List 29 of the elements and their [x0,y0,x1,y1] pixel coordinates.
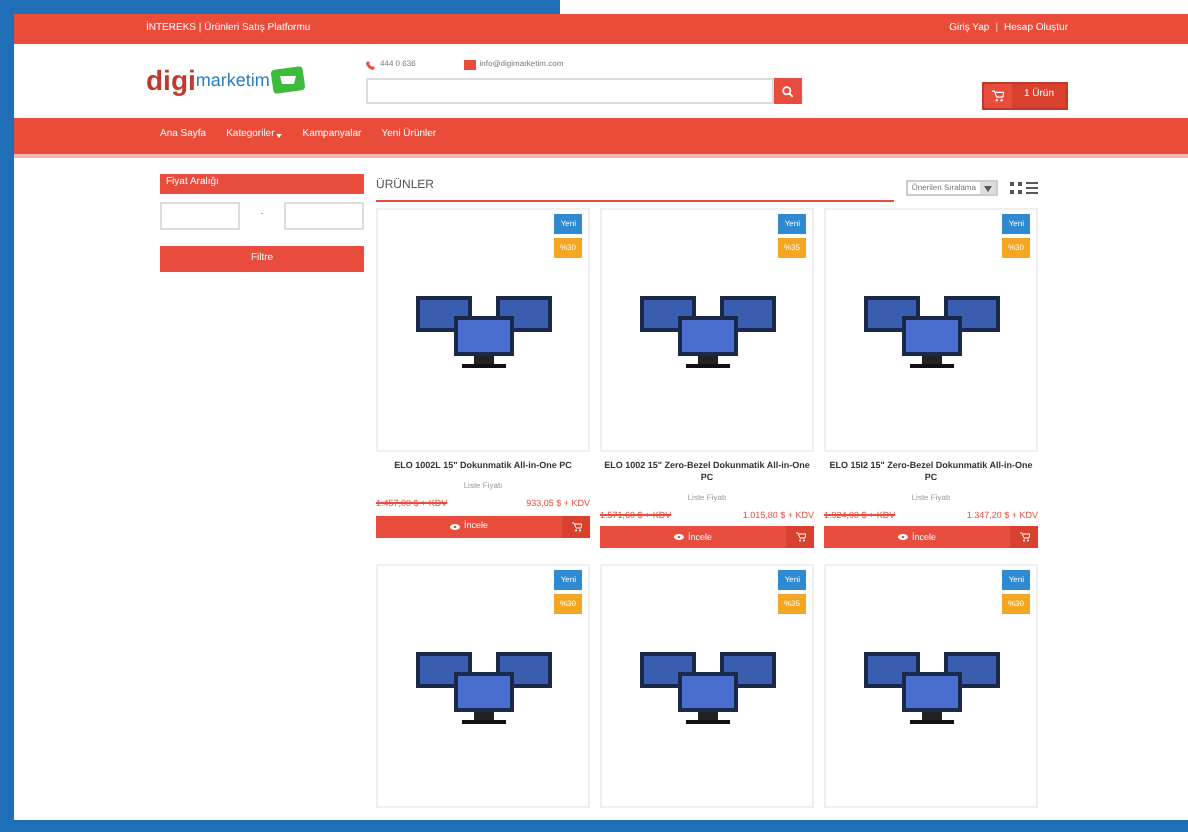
search-icon [782,85,794,97]
monitors-drawing [861,648,1001,725]
search-field[interactable] [366,78,774,104]
caret-icon [984,185,992,191]
cart-icon [991,90,1004,102]
add-to-cart-button[interactable] [1010,526,1038,549]
cart-icon [571,521,581,532]
list-view-icon[interactable] [1026,182,1038,194]
monitors-drawing [637,648,777,725]
phone-icon [366,59,376,69]
search-button[interactable] [774,78,802,104]
eye-icon [897,534,908,541]
cart-logo-icon [269,66,306,94]
monitors-drawing [861,292,1001,368]
monitors-drawing [637,292,777,368]
envelope-icon [463,59,476,69]
cart-icon [795,532,805,543]
min-price-field[interactable] [160,202,240,230]
add-to-cart-button[interactable] [786,526,814,549]
max-price-field[interactable] [283,202,364,230]
eye-icon [449,523,460,530]
monitors-drawing [413,648,553,725]
logo-text: marketim [195,71,270,89]
logo-text: digi [146,66,196,94]
eye-icon [673,534,684,541]
cart-icon [1019,532,1029,543]
grid-view-icon[interactable] [1010,182,1022,194]
monitors-drawing [413,292,553,368]
add-to-cart-button[interactable] [562,515,590,538]
